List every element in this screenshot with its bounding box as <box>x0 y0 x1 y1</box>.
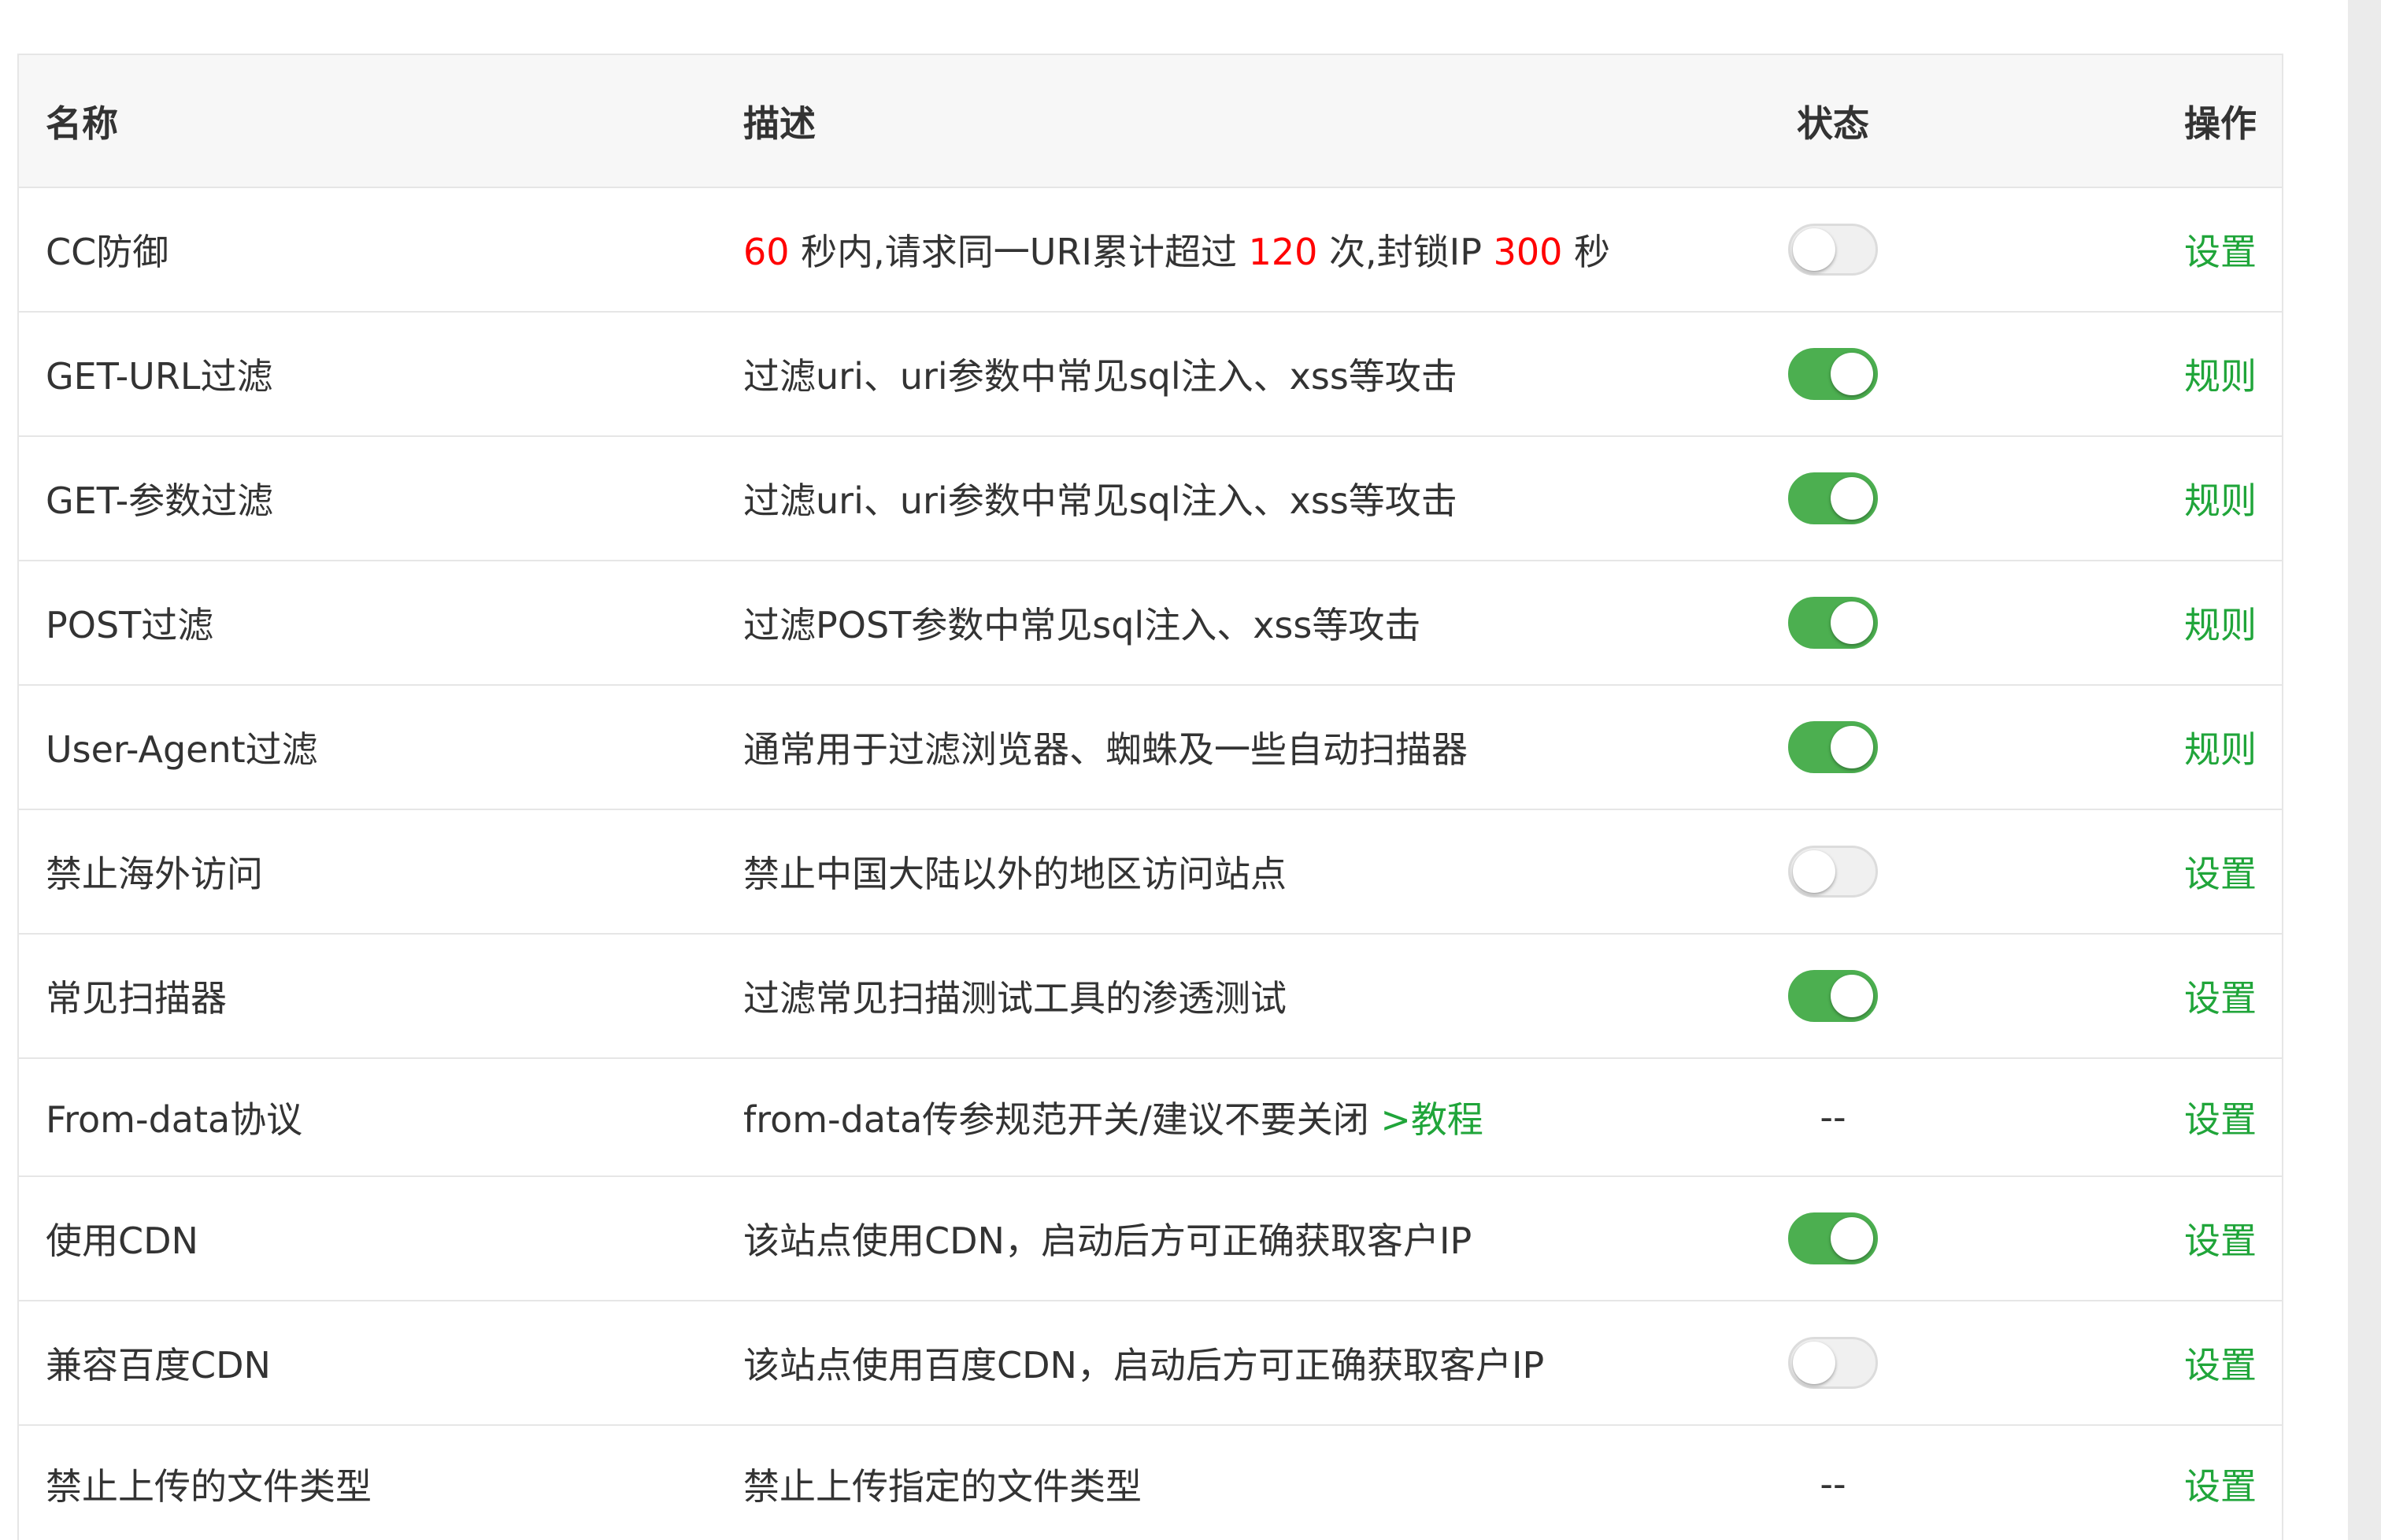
rule-name: User-Agent过滤 <box>19 685 717 810</box>
status-toggle[interactable] <box>1788 846 1878 898</box>
status-toggle[interactable] <box>1788 348 1878 400</box>
status-toggle[interactable] <box>1788 721 1878 773</box>
rule-description: 该站点使用百度CDN，启动后方可正确获取客户IP <box>717 1301 1754 1426</box>
table-row: From-data协议 from-data传参规范开关/建议不要关闭 >教程 -… <box>19 1058 2282 1177</box>
settings-link[interactable]: 设置 <box>2184 1098 2257 1141</box>
table-row: 禁止上传的文件类型 禁止上传指定的文件类型 -- 设置 <box>19 1425 2282 1540</box>
table-header-row: 名称 描述 状态 操作 <box>19 55 2282 188</box>
rule-description: 过滤POST参数中常见sql注入、xss等攻击 <box>717 561 1754 686</box>
rule-description: 过滤uri、uri参数中常见sql注入、xss等攻击 <box>717 436 1754 561</box>
header-name: 名称 <box>19 55 717 188</box>
rule-description: 禁止中国大陆以外的地区访问站点 <box>717 809 1754 935</box>
rule-name: 使用CDN <box>19 1176 717 1301</box>
status-toggle[interactable] <box>1788 1337 1878 1389</box>
table-row: 禁止海外访问 禁止中国大陆以外的地区访问站点 设置 <box>19 809 2282 935</box>
formdata-desc-text: from-data传参规范开关/建议不要关闭 <box>743 1098 1381 1141</box>
rules-table: 名称 描述 状态 操作 CC防御 60 秒内,请求同一URI累计超过 120 次… <box>19 55 2282 1540</box>
status-toggle[interactable] <box>1788 1212 1878 1264</box>
page: 名称 描述 状态 操作 CC防御 60 秒内,请求同一URI累计超过 120 次… <box>0 0 2381 1540</box>
status-toggle[interactable] <box>1788 597 1878 649</box>
rule-description: 该站点使用CDN，启动后方可正确获取客户IP <box>717 1176 1754 1301</box>
rule-name: From-data协议 <box>19 1058 717 1177</box>
status-none: -- <box>1820 1096 1846 1138</box>
rule-name: 常见扫描器 <box>19 934 717 1059</box>
table-row: GET-URL过滤 过滤uri、uri参数中常见sql注入、xss等攻击 规则 <box>19 312 2282 437</box>
rule-description: 过滤常见扫描测试工具的渗透测试 <box>717 934 1754 1059</box>
header-status: 状态 <box>1754 55 1912 188</box>
settings-link[interactable]: 设置 <box>2184 977 2257 1020</box>
settings-link[interactable]: 设置 <box>2184 1465 2257 1508</box>
status-none: -- <box>1820 1463 1846 1505</box>
rule-description: from-data传参规范开关/建议不要关闭 >教程 <box>717 1058 1754 1177</box>
table-row: 兼容百度CDN 该站点使用百度CDN，启动后方可正确获取客户IP 设置 <box>19 1301 2282 1426</box>
rule-description: 60 秒内,请求同一URI累计超过 120 次,封锁IP 300 秒 <box>717 187 1754 313</box>
right-panel-edge <box>2348 0 2381 1540</box>
cc-desc-text-1: 秒内,请求同一URI累计超过 <box>789 231 1249 273</box>
settings-link[interactable]: 设置 <box>2184 1344 2257 1386</box>
toggle-knob <box>1831 353 1873 395</box>
toggle-knob <box>1831 1217 1873 1260</box>
header-action: 操作 <box>1912 55 2282 188</box>
header-description: 描述 <box>717 55 1754 188</box>
cc-desc-text-3: 秒 <box>1562 231 1611 273</box>
table-row: CC防御 60 秒内,请求同一URI累计超过 120 次,封锁IP 300 秒 … <box>19 187 2282 313</box>
table-row: POST过滤 过滤POST参数中常见sql注入、xss等攻击 规则 <box>19 561 2282 686</box>
settings-link[interactable]: 设置 <box>2184 1220 2257 1262</box>
rule-name: CC防御 <box>19 187 717 313</box>
toggle-knob <box>1831 477 1873 520</box>
cc-desc-text-2: 次,封锁IP <box>1317 231 1494 273</box>
rule-name: 禁止上传的文件类型 <box>19 1425 717 1540</box>
table-row: User-Agent过滤 通常用于过滤浏览器、蜘蛛及一些自动扫描器 规则 <box>19 685 2282 810</box>
rule-description: 通常用于过滤浏览器、蜘蛛及一些自动扫描器 <box>717 685 1754 810</box>
toggle-knob <box>1793 1342 1835 1384</box>
settings-link[interactable]: 设置 <box>2184 231 2257 273</box>
tutorial-link[interactable]: >教程 <box>1380 1098 1483 1141</box>
cc-seconds-value: 60 <box>743 231 790 273</box>
toggle-knob <box>1831 726 1873 768</box>
status-toggle[interactable] <box>1788 224 1878 276</box>
cc-request-count-value: 120 <box>1248 231 1318 273</box>
status-toggle[interactable] <box>1788 970 1878 1022</box>
rule-name: 兼容百度CDN <box>19 1301 717 1426</box>
table-row: 常见扫描器 过滤常见扫描测试工具的渗透测试 设置 <box>19 934 2282 1059</box>
rule-name: GET-URL过滤 <box>19 312 717 437</box>
rule-name: GET-参数过滤 <box>19 436 717 561</box>
rules-link[interactable]: 规则 <box>2184 728 2257 771</box>
rule-name: POST过滤 <box>19 561 717 686</box>
status-toggle[interactable] <box>1788 472 1878 524</box>
rules-link[interactable]: 规则 <box>2184 479 2257 522</box>
rule-description: 禁止上传指定的文件类型 <box>717 1425 1754 1540</box>
toggle-knob <box>1793 850 1835 893</box>
toggle-knob <box>1793 228 1835 271</box>
settings-link[interactable]: 设置 <box>2184 853 2257 895</box>
rules-link[interactable]: 规则 <box>2184 355 2257 398</box>
rules-link[interactable]: 规则 <box>2184 604 2257 646</box>
firewall-rules-table: 名称 描述 状态 操作 CC防御 60 秒内,请求同一URI累计超过 120 次… <box>17 54 2283 1540</box>
table-row: 使用CDN 该站点使用CDN，启动后方可正确获取客户IP 设置 <box>19 1176 2282 1301</box>
rule-name: 禁止海外访问 <box>19 809 717 935</box>
toggle-knob <box>1831 975 1873 1017</box>
table-row: GET-参数过滤 过滤uri、uri参数中常见sql注入、xss等攻击 规则 <box>19 436 2282 561</box>
toggle-knob <box>1831 602 1873 644</box>
cc-block-seconds-value: 300 <box>1493 231 1563 273</box>
rule-description: 过滤uri、uri参数中常见sql注入、xss等攻击 <box>717 312 1754 437</box>
